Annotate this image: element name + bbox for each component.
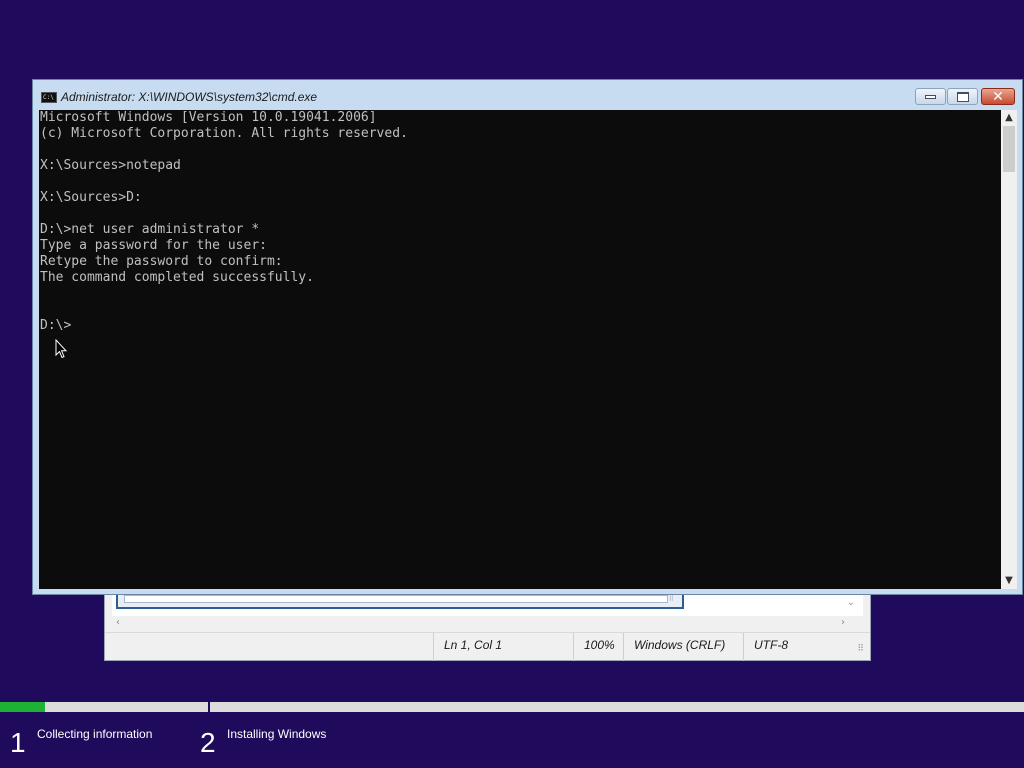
- step-label: Installing Windows: [227, 727, 327, 741]
- status-position: Ln 1, Col 1: [433, 633, 573, 661]
- status-zoom: 100%: [573, 633, 623, 661]
- console-line: X:\Sources>notepad: [40, 158, 181, 173]
- console-line: Retype the password to confirm:: [40, 254, 283, 269]
- minimize-button[interactable]: [915, 88, 946, 105]
- console-line: (c) Microsoft Corporation. All rights re…: [40, 126, 408, 141]
- console-vertical-scrollbar[interactable]: ▲ ▼: [1001, 110, 1017, 589]
- window-title: Administrator: X:\WINDOWS\system32\cmd.e…: [61, 90, 318, 104]
- notepad-status-bar: Ln 1, Col 1 100% Windows (CRLF) UTF-8 ⠿: [105, 632, 870, 661]
- resize-grip-icon[interactable]: ⠿: [857, 643, 864, 654]
- chevron-right-icon[interactable]: ›: [841, 616, 845, 630]
- setup-progress-fill: [0, 702, 45, 712]
- notepad-find-input[interactable]: [124, 595, 668, 603]
- step-number: 2: [200, 727, 216, 758]
- cmd-app-icon: C:\: [41, 92, 57, 103]
- cmd-titlebar[interactable]: C:\ Administrator: X:\WINDOWS\system32\c…: [33, 80, 1022, 110]
- close-icon: ✕: [992, 88, 1004, 105]
- maximize-button[interactable]: [947, 88, 978, 105]
- scroll-down-icon[interactable]: ▼: [1001, 573, 1017, 589]
- maximize-icon: [956, 91, 969, 102]
- scrollbar-thumb[interactable]: [1003, 126, 1015, 172]
- chevron-down-icon[interactable]: ⌄: [847, 597, 855, 608]
- status-encoding: UTF-8: [743, 633, 853, 661]
- chevron-left-icon[interactable]: ‹: [116, 616, 120, 630]
- progress-divider: [208, 700, 210, 714]
- status-line-ending: Windows (CRLF): [623, 633, 743, 661]
- step-number: 1: [10, 727, 26, 758]
- setup-progress-bar: [0, 702, 1024, 712]
- close-button[interactable]: ✕: [981, 88, 1015, 105]
- minimize-icon: [925, 94, 936, 99]
- console-output[interactable]: Microsoft Windows [Version 10.0.19041.20…: [39, 110, 1001, 589]
- console-line: D:\>net user administrator *: [40, 222, 260, 237]
- console-line: Microsoft Windows [Version 10.0.19041.20…: [40, 110, 377, 125]
- step-label: Collecting information: [37, 727, 153, 741]
- resize-grip-icon: ⠿: [668, 595, 674, 603]
- notepad-find-panel: ⠿: [116, 593, 684, 609]
- console-line: Type a password for the user:: [40, 238, 267, 253]
- notepad-window[interactable]: ⠿ ⌄ ‹ › Ln 1, Col 1 100% Windows (CRLF) …: [104, 590, 871, 661]
- mouse-pointer-icon: [55, 339, 67, 359]
- scroll-up-icon[interactable]: ▲: [1001, 110, 1017, 126]
- notepad-horizontal-scrollbar[interactable]: ‹ ›: [112, 616, 863, 630]
- console-line: X:\Sources>D:: [40, 190, 142, 205]
- cmd-window[interactable]: C:\ Administrator: X:\WINDOWS\system32\c…: [32, 79, 1023, 595]
- console-line: The command completed successfully.: [40, 270, 314, 285]
- console-line: D:\>: [40, 318, 72, 333]
